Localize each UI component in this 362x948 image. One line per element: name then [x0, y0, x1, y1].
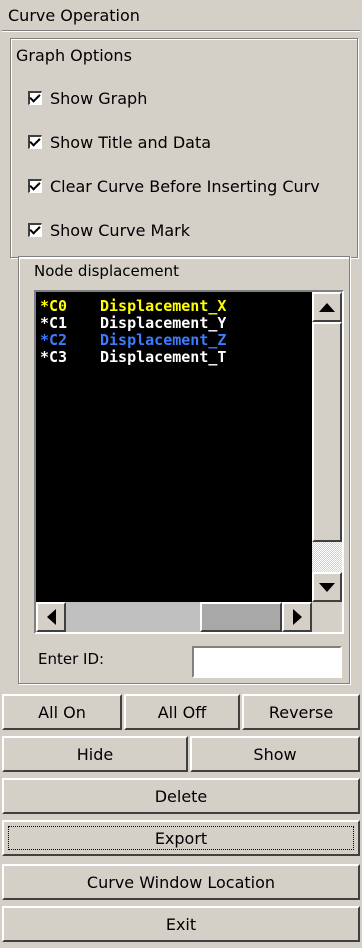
panel-title: Curve Operation — [2, 2, 360, 30]
list-item[interactable]: *C2 Displacement_Z — [40, 332, 308, 349]
show-graph-checkbox[interactable]: Show Graph — [28, 86, 147, 110]
list-item[interactable]: *C1 Displacement_Y — [40, 315, 308, 332]
list-item[interactable]: *C3 Displacement_T — [40, 349, 308, 366]
hide-button[interactable]: Hide — [2, 736, 188, 772]
curve-name: Displacement_Z — [100, 332, 227, 349]
checkbox-checked-icon[interactable] — [28, 91, 42, 105]
curve-name: Displacement_T — [100, 349, 227, 366]
horizontal-scrollbar[interactable] — [36, 602, 312, 632]
graph-options-title: Graph Options — [16, 46, 132, 65]
checkbox-label: Clear Curve Before Inserting Curv — [50, 176, 320, 196]
title-divider — [2, 30, 360, 32]
show-button[interactable]: Show — [190, 736, 360, 772]
curve-window-location-button[interactable]: Curve Window Location — [2, 864, 360, 900]
checkbox-checked-icon[interactable] — [28, 179, 42, 193]
all-off-button[interactable]: All Off — [124, 694, 240, 730]
curve-id: *C0 — [40, 298, 68, 315]
checkbox-checked-icon[interactable] — [28, 223, 42, 237]
clear-curve-checkbox[interactable]: Clear Curve Before Inserting Curv — [28, 174, 358, 198]
curve-listbox[interactable]: *C0 Displacement_X *C1 Displacement_Y *C… — [34, 290, 344, 634]
checkbox-label: Show Graph — [50, 88, 148, 108]
enter-id-input[interactable] — [192, 646, 342, 678]
checkbox-checked-icon[interactable] — [28, 135, 42, 149]
vertical-scrollbar[interactable] — [312, 292, 342, 602]
exit-button[interactable]: Exit — [2, 906, 360, 942]
curve-name: Displacement_X — [100, 298, 227, 315]
curve-id: *C3 — [40, 348, 68, 366]
show-title-and-data-checkbox[interactable]: Show Title and Data — [28, 130, 211, 154]
list-item[interactable]: *C0 Displacement_X — [40, 298, 308, 315]
arrow-left-icon — [46, 609, 56, 625]
all-on-button[interactable]: All On — [2, 694, 122, 730]
scroll-down-button[interactable] — [312, 572, 342, 602]
checkbox-label: Show Title and Data — [50, 132, 212, 152]
export-button[interactable]: Export — [2, 820, 360, 856]
curve-list: *C0 Displacement_X *C1 Displacement_Y *C… — [40, 298, 308, 598]
checkbox-label: Show Curve Mark — [50, 220, 190, 240]
scroll-up-button[interactable] — [312, 292, 342, 322]
arrow-right-icon — [292, 609, 302, 625]
scroll-right-button[interactable] — [282, 602, 312, 632]
scroll-left-button[interactable] — [36, 602, 66, 632]
reverse-button[interactable]: Reverse — [242, 694, 360, 730]
arrow-up-icon — [319, 302, 335, 312]
delete-button[interactable]: Delete — [2, 778, 360, 814]
curve-operation-panel: Curve Operation Graph Options Show Graph… — [0, 0, 362, 948]
scrollbar-corner — [312, 602, 342, 632]
node-displacement-title: Node displacement — [34, 262, 180, 280]
curve-id: *C2 — [40, 331, 68, 349]
arrow-down-icon — [319, 582, 335, 592]
curve-name: Displacement_Y — [100, 315, 227, 332]
show-curve-mark-checkbox[interactable]: Show Curve Mark — [28, 218, 190, 242]
vertical-scroll-thumb[interactable] — [312, 322, 342, 542]
horizontal-scroll-thumb[interactable] — [200, 602, 282, 632]
enter-id-label: Enter ID: — [38, 650, 105, 668]
curve-id: *C1 — [40, 314, 68, 332]
